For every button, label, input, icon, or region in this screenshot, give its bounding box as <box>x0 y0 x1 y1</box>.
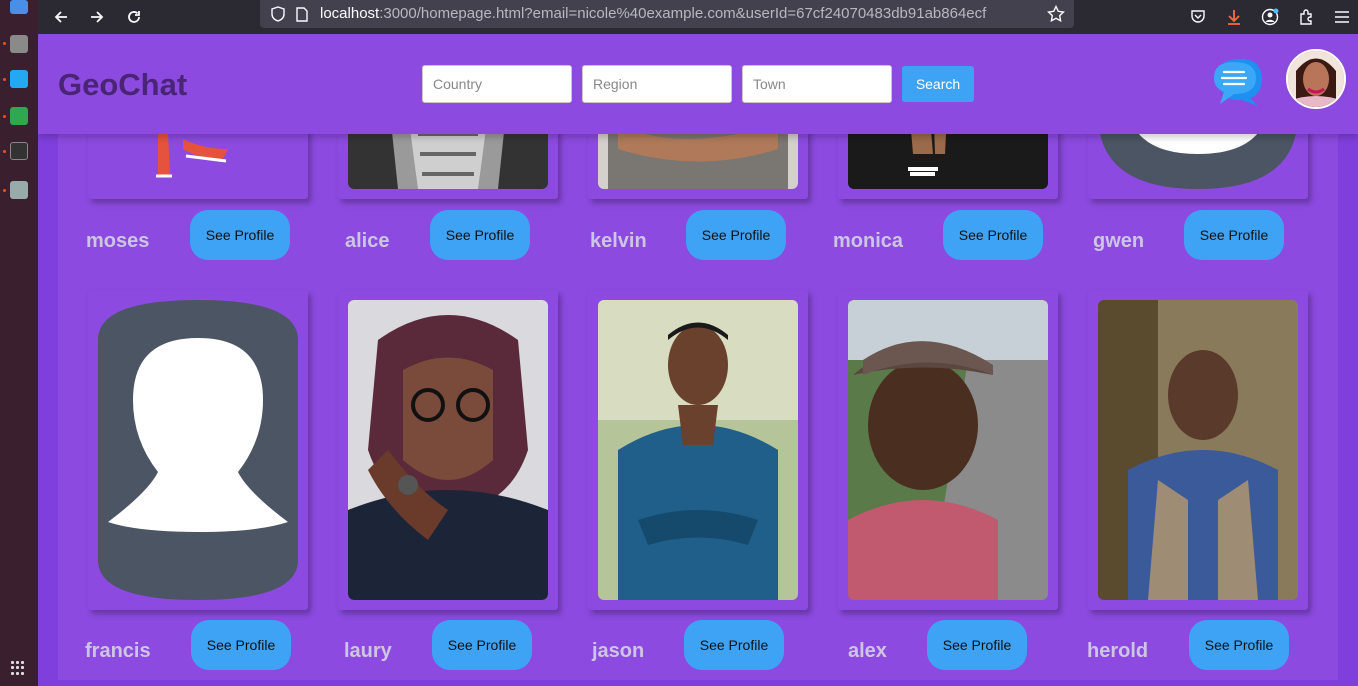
see-profile-button[interactable]: See Profile <box>927 620 1027 670</box>
user-photo <box>848 300 1048 600</box>
see-profile-button[interactable]: See Profile <box>684 620 784 670</box>
terminal-app-icon[interactable] <box>10 142 28 160</box>
os-dock <box>0 0 38 686</box>
app-logo[interactable]: GeoChat <box>58 67 187 103</box>
user-avatar[interactable] <box>1286 49 1346 109</box>
user-card <box>588 290 808 610</box>
running-indicator <box>3 150 6 153</box>
user-name: laury <box>344 640 392 662</box>
user-name: herold <box>1087 640 1149 662</box>
download-icon[interactable] <box>1224 7 1244 27</box>
user-name: alice <box>345 230 390 252</box>
user-name: alex <box>848 640 887 662</box>
running-indicator <box>3 189 6 192</box>
image-viewer-app-icon[interactable] <box>10 181 28 199</box>
see-profile-button[interactable]: See Profile <box>686 210 786 260</box>
bookmark-star-icon[interactable] <box>1046 4 1066 24</box>
user-name: kelvin <box>590 230 647 252</box>
chat-bubble-icon[interactable] <box>1210 56 1266 108</box>
extensions-icon[interactable] <box>1296 7 1316 27</box>
see-profile-button[interactable]: See Profile <box>191 620 291 670</box>
page-icon <box>292 4 312 24</box>
browser-toolbar: localhost:3000/homepage.html?email=nicol… <box>38 0 1358 34</box>
app-header: GeoChat Search <box>38 34 1358 134</box>
back-arrow-icon[interactable] <box>48 4 74 30</box>
user-name: moses <box>86 230 150 252</box>
page: moses See Profile alice See Profile kelv… <box>38 34 1358 686</box>
user-card <box>838 290 1058 610</box>
see-profile-button[interactable]: See Profile <box>1189 620 1289 670</box>
shield-icon[interactable] <box>268 4 288 24</box>
user-photo <box>98 300 298 600</box>
url-host: localhost <box>320 5 380 22</box>
menu-icon[interactable] <box>1332 7 1352 27</box>
reload-icon[interactable] <box>121 4 147 30</box>
url-path: :3000/homepage.html?email=nicole%40examp… <box>379 5 987 22</box>
user-photo <box>348 300 548 600</box>
user-card <box>1088 290 1308 610</box>
see-profile-button[interactable]: See Profile <box>1184 210 1284 260</box>
see-profile-button[interactable]: See Profile <box>943 210 1043 260</box>
text-editor-app-icon[interactable] <box>10 0 28 14</box>
url-bar[interactable]: localhost:3000/homepage.html?email=nicol… <box>260 0 1074 28</box>
pocket-icon[interactable] <box>1188 7 1208 27</box>
running-indicator <box>3 115 6 118</box>
show-apps-icon[interactable] <box>11 661 25 675</box>
see-profile-button[interactable]: See Profile <box>190 210 290 260</box>
user-photo <box>598 300 798 600</box>
monitor-app-icon[interactable] <box>10 107 28 125</box>
url-text[interactable]: localhost:3000/homepage.html?email=nicol… <box>320 5 986 22</box>
town-input[interactable] <box>742 65 892 103</box>
user-name: francis <box>85 640 151 662</box>
running-indicator <box>3 78 6 81</box>
account-icon[interactable] <box>1260 7 1280 27</box>
user-name: jason <box>592 640 645 662</box>
user-card <box>88 290 308 610</box>
files-app-icon[interactable] <box>10 35 28 53</box>
region-input[interactable] <box>582 65 732 103</box>
vscode-app-icon[interactable] <box>10 70 28 88</box>
forward-arrow-icon[interactable] <box>84 4 110 30</box>
user-name: monica <box>833 230 904 252</box>
search-button[interactable]: Search <box>902 66 974 102</box>
running-indicator <box>3 42 6 45</box>
user-photo <box>1098 300 1298 600</box>
country-input[interactable] <box>422 65 572 103</box>
user-card <box>338 290 558 610</box>
user-name: gwen <box>1093 230 1145 252</box>
see-profile-button[interactable]: See Profile <box>432 620 532 670</box>
see-profile-button[interactable]: See Profile <box>430 210 530 260</box>
